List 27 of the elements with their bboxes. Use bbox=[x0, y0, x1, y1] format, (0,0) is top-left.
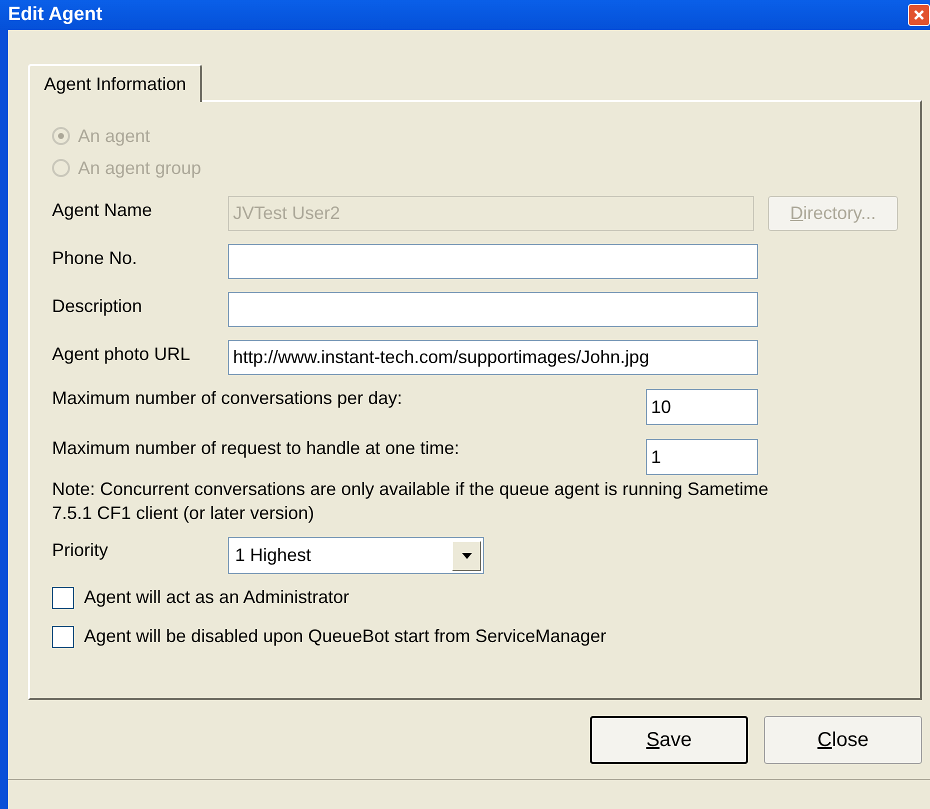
dropdown-value: 1 Highest bbox=[235, 544, 312, 567]
note-text: Note: Concurrent conversations are only available if the queue agent is running Sametime 7.5.1 CF1 client (or later version) bbox=[52, 478, 770, 525]
radio-label: An agent bbox=[78, 124, 150, 148]
text-field[interactable] bbox=[228, 292, 758, 327]
field-label: Phone No. bbox=[52, 247, 138, 270]
checkbox-label: Agent will be disabled upon QueueBot start from ServiceManager bbox=[84, 625, 606, 648]
field-label: Maximum number of conversations per day: bbox=[52, 387, 402, 410]
close-icon bbox=[913, 9, 925, 21]
field-label: Maximum number of request to handle at one time: bbox=[52, 437, 460, 460]
checkbox[interactable] bbox=[52, 586, 74, 608]
number-field[interactable]: 1 bbox=[646, 439, 758, 475]
dialog-button[interactable]: Close bbox=[764, 716, 922, 764]
field-label: Priority bbox=[52, 539, 110, 562]
field-label: Description bbox=[52, 295, 144, 318]
tab[interactable]: Agent Information bbox=[28, 64, 202, 102]
text-field[interactable]: http://www.instant-tech.com/supportimages/John.jpg bbox=[228, 340, 758, 375]
dialog-button[interactable]: Save bbox=[590, 716, 748, 764]
window-title: Edit Agent bbox=[8, 2, 102, 27]
number-field[interactable]: 10 bbox=[646, 389, 758, 425]
text-field[interactable] bbox=[228, 244, 758, 279]
field-label: Agent Name bbox=[52, 199, 154, 222]
radio-label: An agent group bbox=[78, 156, 202, 180]
field-label: Agent photo URL bbox=[52, 343, 192, 366]
checkbox-label: Agent will act as an Administrator bbox=[84, 586, 350, 609]
checkbox[interactable] bbox=[52, 626, 74, 648]
close-button[interactable] bbox=[908, 4, 930, 26]
priority-dropdown[interactable]: 1 Highest bbox=[228, 537, 484, 574]
